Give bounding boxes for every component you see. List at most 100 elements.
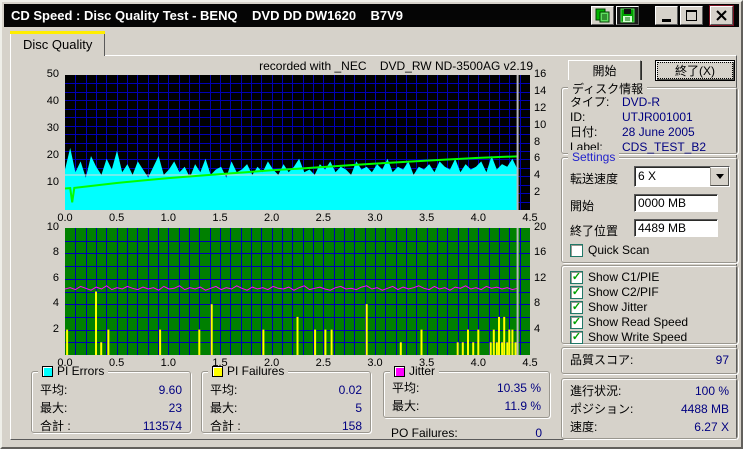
pie-speed-chart: [65, 75, 530, 210]
axis-tick: 1.5: [206, 212, 234, 224]
show-options-group: Show C1/PIE Show C2/PIF Show Jitter Show…: [561, 265, 738, 344]
axis-tick: 3.0: [361, 357, 389, 369]
axis-tick: 2: [19, 323, 59, 335]
stat-row: 合計 : 113574: [32, 417, 190, 435]
stat-row: 合計 : 158: [202, 417, 370, 435]
progress-label: 進行状況:: [570, 382, 621, 400]
start-position-input[interactable]: [634, 194, 718, 212]
quality-score-value: 97: [716, 348, 729, 373]
minimize-button[interactable]: [655, 6, 678, 25]
checkbox-show-c2pif[interactable]: Show C2/PIF: [570, 285, 659, 299]
stat-label: 平均:: [210, 381, 237, 399]
stat-value: 158: [342, 417, 362, 435]
tab-label: Disc Quality: [23, 37, 92, 52]
axis-tick: 8: [534, 136, 540, 148]
progress-value: 6.27 X: [694, 418, 729, 436]
pi-errors-statbox: PI Errors 平均:9.60 最大:23 合計 :113574: [31, 371, 191, 433]
checkbox-show-write-speed[interactable]: Show Write Speed: [570, 330, 687, 344]
quality-score-row: 品質スコア: 97: [562, 348, 737, 373]
stat-value: 23: [169, 399, 182, 417]
disc-info-value: CDS_TEST_B2: [622, 140, 706, 155]
axis-tick: 0.0: [51, 357, 79, 369]
disc-info-group-title: ディスク情報: [568, 80, 647, 97]
jitter-pif-chart: [65, 228, 530, 355]
progress-row: ポジション:4488 MB: [562, 400, 737, 418]
checkbox-show-read-speed[interactable]: Show Read Speed: [570, 315, 688, 329]
chevron-down-icon: [716, 174, 724, 179]
pi-failures-statbox: PI Failures 平均:0.02 最大:5 合計 :158: [201, 371, 371, 433]
disc-info-label: タイプ:: [570, 95, 622, 110]
checkbox-icon[interactable]: [570, 316, 583, 329]
axis-tick: 40: [19, 95, 59, 107]
save-button[interactable]: [616, 6, 639, 25]
axis-tick: 3.5: [413, 357, 441, 369]
minimize-icon: [662, 19, 671, 22]
speed-select-value: 6 X: [635, 167, 710, 186]
maximize-button[interactable]: [680, 6, 703, 25]
axis-tick: 1.5: [206, 357, 234, 369]
close-button[interactable]: [710, 6, 733, 25]
stat-value: 11.9 %: [505, 397, 541, 415]
start-button[interactable]: 開始: [568, 60, 641, 81]
axis-tick: 10: [19, 176, 59, 188]
axis-tick: 6: [19, 272, 59, 284]
copy-to-clipboard-button[interactable]: [591, 6, 614, 25]
axis-tick: 10: [19, 221, 59, 233]
axis-tick: 4.5: [516, 357, 544, 369]
disc-info-value: DVD-R: [622, 95, 660, 110]
stat-label: 合計 :: [40, 417, 71, 435]
quick-scan-checkbox[interactable]: Quick Scan: [570, 243, 649, 257]
start-position-label: 開始: [570, 197, 594, 214]
axis-tick: 3.0: [361, 212, 389, 224]
stat-value: 0.02: [339, 381, 362, 399]
axis-tick: 12: [534, 102, 546, 114]
checkbox-show-jitter[interactable]: Show Jitter: [570, 300, 647, 314]
disc-info-value: 28 June 2005: [622, 125, 695, 140]
checkbox-label: Show Read Speed: [588, 315, 688, 329]
tab-disc-quality[interactable]: Disc Quality: [10, 33, 105, 56]
progress-box: 進行状況:100 % ポジション:4488 MB 速度:6.27 X: [561, 378, 738, 439]
axis-tick: 2.5: [309, 212, 337, 224]
axis-tick: 20: [534, 221, 546, 233]
quality-score-box: 品質スコア: 97: [561, 347, 738, 374]
floppy-disk-icon: [620, 8, 635, 23]
checkbox-show-c1pie[interactable]: Show C1/PIE: [570, 270, 659, 284]
titlebar: CD Speed : Disc Quality Test - BENQ DVD …: [4, 4, 739, 27]
axis-tick: 12: [534, 272, 546, 284]
progress-row: 進行状況:100 %: [562, 382, 737, 400]
checkbox-icon[interactable]: [570, 301, 583, 314]
end-position-input[interactable]: [634, 219, 718, 237]
checkbox-icon[interactable]: [570, 331, 583, 344]
axis-tick: 2.5: [309, 357, 337, 369]
axis-tick: 0.5: [103, 357, 131, 369]
axis-tick: 1.0: [154, 212, 182, 224]
checkbox-icon[interactable]: [570, 271, 583, 284]
stat-value: 113574: [143, 417, 182, 435]
disc-info-row: タイプ:DVD-R: [562, 95, 737, 110]
disc-info-value: UTJR001001: [622, 110, 693, 125]
speed-select-dropdown-button[interactable]: [710, 167, 729, 186]
speed-label: 転送速度: [570, 170, 618, 187]
speed-select[interactable]: 6 X: [634, 166, 730, 187]
checkbox-icon[interactable]: [570, 286, 583, 299]
quick-scan-checkbox-box[interactable]: [570, 244, 583, 257]
axis-tick: 4: [534, 169, 540, 181]
quality-score-label: 品質スコア:: [570, 348, 633, 373]
progress-label: ポジション:: [570, 400, 633, 418]
axis-tick: 4.0: [464, 357, 492, 369]
exit-button-label: 終了(X): [657, 62, 733, 79]
tab-page: recorded with _NEC DVD_RW ND-3500AG v2.1…: [10, 55, 737, 440]
stat-row: 平均:9.60: [32, 381, 190, 399]
axis-tick: 4.0: [464, 212, 492, 224]
exit-button[interactable]: 終了(X): [655, 60, 735, 81]
stat-label: 平均:: [392, 379, 419, 397]
tabstrip: Disc Quality: [10, 33, 105, 56]
stat-label: 合計 :: [210, 417, 241, 435]
stat-label: 最大:: [210, 399, 237, 417]
settings-group-title: Settings: [568, 150, 619, 164]
stat-row: 最大:11.9 %: [384, 397, 549, 415]
stat-row: 平均: 0.02: [202, 381, 370, 399]
start-button-label: 開始: [570, 62, 639, 79]
stat-value: 5: [355, 399, 362, 417]
close-icon: [716, 10, 727, 21]
